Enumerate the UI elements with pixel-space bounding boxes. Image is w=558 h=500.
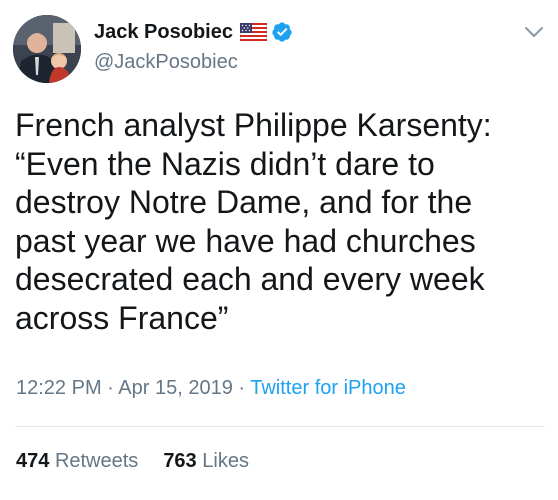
tweet-text-line: destroy Notre Dame, and for the [15,184,473,220]
tweet-text: French analyst Philippe Karsenty: “Even … [15,106,545,337]
chevron-down-icon[interactable] [522,23,546,41]
tweet-text-line: French analyst Philippe Karsenty: [15,107,492,143]
likes-count: 763 [163,450,197,472]
tweet-source-link[interactable]: Twitter for iPhone [250,377,406,399]
tweet-text-line: “Even the Nazis didn’t dare to [15,145,435,182]
tweet-text-line: past year we have had churches [15,222,476,259]
likes-stat[interactable]: 763 Likes [163,448,249,474]
tweet-stats: 474 Retweets 763 Likes [16,448,249,474]
author-name-row[interactable]: Jack Posobiec [94,19,293,45]
avatar[interactable] [13,15,81,83]
divider [15,426,545,427]
meta-separator: · [232,377,251,399]
retweets-stat[interactable]: 474 Retweets [16,448,138,474]
tweet-text-line: across France” [15,299,229,336]
author-display-name[interactable]: Jack Posobiec [94,19,233,45]
tweet-time[interactable]: 12:22 PM [16,377,102,399]
meta-separator: · [101,377,119,399]
retweets-label: Retweets [54,450,139,472]
verified-badge-icon [271,21,293,43]
retweets-count: 474 [16,450,50,472]
tweet-text-line: desecrated each and every week [15,261,485,297]
us-flag-icon [239,22,268,42]
tweet-metadata: 12:22 PM · Apr 15, 2019 · Twitter for iP… [16,375,406,401]
avatar-image [13,15,81,83]
author-handle[interactable]: @JackPosobiec [94,50,238,74]
likes-label: Likes [202,450,249,472]
tweet-date[interactable]: Apr 15, 2019 [118,377,233,399]
